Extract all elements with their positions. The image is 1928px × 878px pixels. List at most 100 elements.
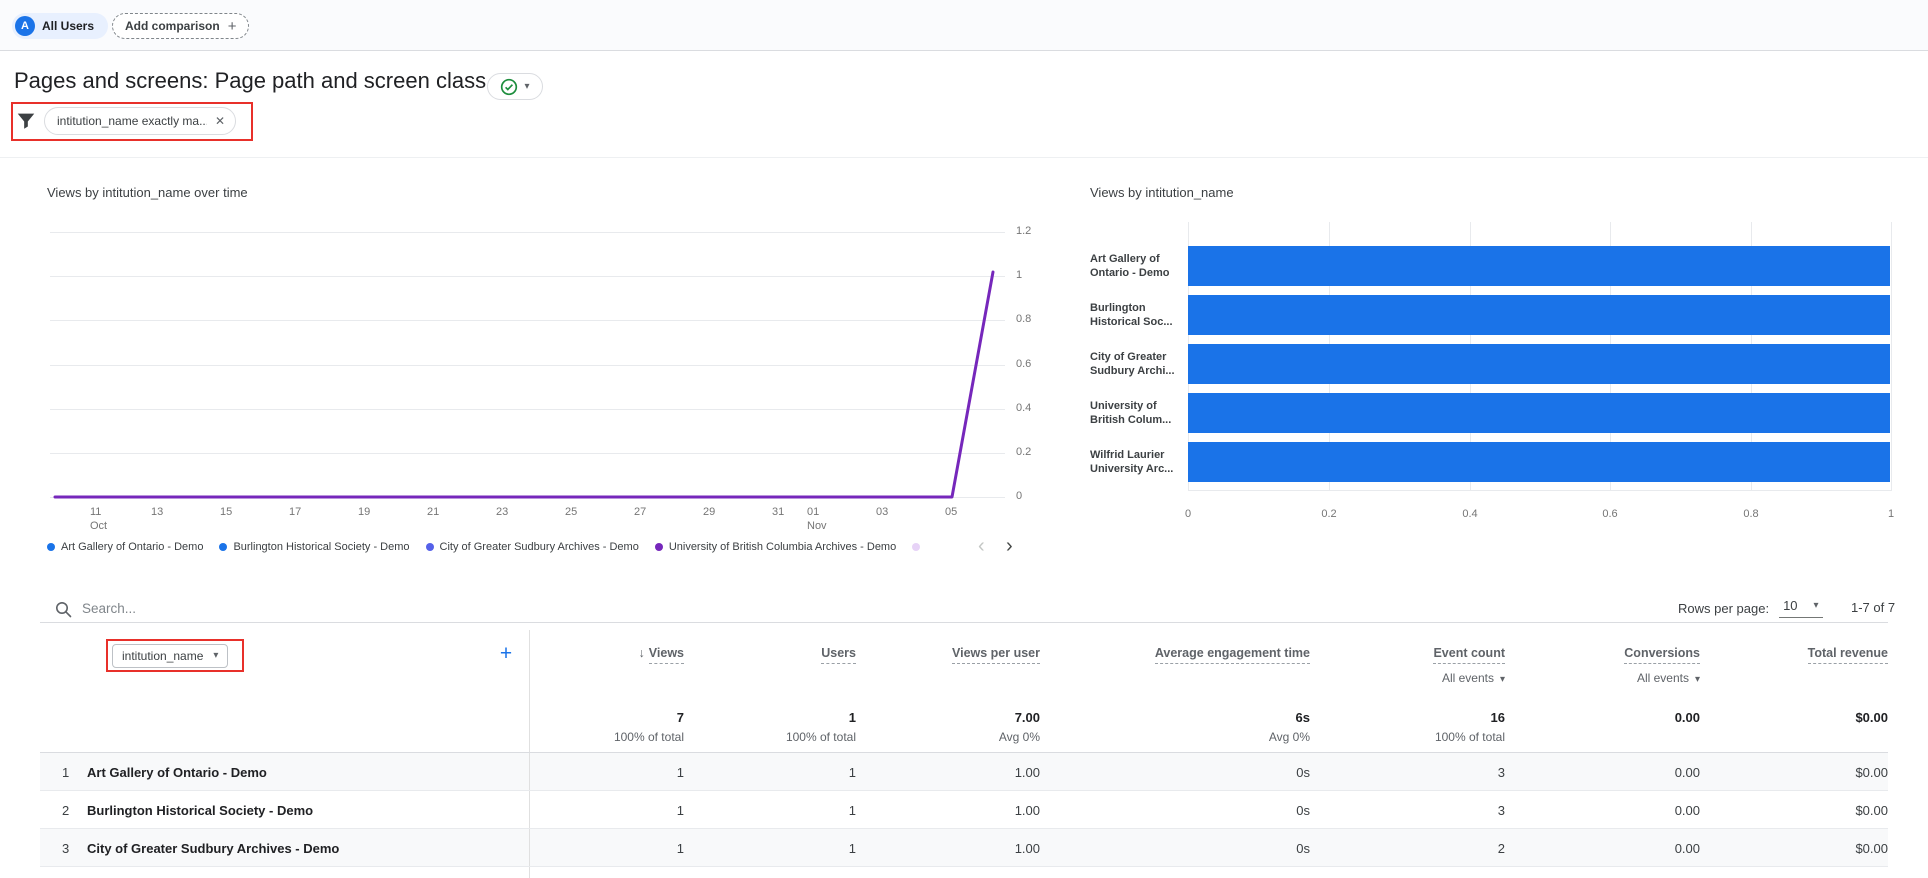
cell-conversions: 0.00 [1505,867,1700,878]
search-input[interactable] [82,595,762,621]
bar-chart-title: Views by intitution_name [1090,185,1234,200]
bar-category-label: BurlingtonHistorical Soc... [1090,301,1186,329]
row-name: Burlington Historical Society - Demo [87,803,313,828]
legend-item[interactable]: Art Gallery of Ontario - Demo [47,541,203,553]
totals-users: 1100% of total [684,700,856,752]
close-icon[interactable]: ✕ [215,114,225,128]
dimension-header-cell: intitution_name ▾ + [40,630,530,700]
column-header-users[interactable]: Users [684,630,856,700]
rows-per-page-select[interactable]: 10 ▾ [1779,598,1823,618]
legend-dot [655,543,663,551]
cell-revenue: $0.00 [1700,829,1888,866]
column-header-conversions[interactable]: Conversions All events▾ [1505,630,1700,700]
cell-revenue: $0.00 [1700,753,1888,790]
rows-per-page-value: 10 [1783,598,1797,613]
conversions-filter-dropdown[interactable]: All events▾ [1505,671,1700,685]
legend-item[interactable]: City of Greater Sudbury Archives - Demo [426,541,639,553]
x-axis-tick: 11Oct [90,505,107,533]
bar[interactable] [1188,393,1890,433]
legend-item[interactable]: Burlington Historical Society - Demo [219,541,409,553]
cell-users: 1 [684,791,856,828]
add-column-button[interactable]: + [492,640,520,668]
line-series[interactable] [55,272,993,497]
cell-avg-engagement: 0s [1040,829,1310,866]
bar[interactable] [1188,246,1890,286]
totals-views-per-user: 7.00Avg 0% [856,700,1040,752]
table-row: 1 Art Gallery of Ontario - Demo 1 1 1.00… [40,753,1888,791]
legend-label: University of British Columbia Archives … [669,541,896,553]
cell-views-per-user: 1.00 [856,791,1040,828]
chevron-down-icon: ▾ [1814,601,1819,611]
bar-category-label: City of GreaterSudbury Archi... [1090,350,1186,378]
dimension-selector[interactable]: intitution_name ▾ [112,644,228,668]
cell-avg-engagement: 0s [1040,753,1310,790]
add-comparison-label: Add comparison [125,19,220,33]
x-axis-tick: 27 [634,505,646,519]
y-axis-label: 0.8 [1016,313,1031,325]
line-chart-legend: Art Gallery of Ontario - Demo Burlington… [47,541,920,553]
cell-views: 1 [530,791,684,828]
x-axis-tick: 19 [358,505,370,519]
row-index: 1 [40,765,87,790]
x-axis-label: 0.6 [1602,508,1617,520]
table-top-divider [40,622,1888,623]
chevron-down-icon: ▾ [524,82,529,92]
cell-conversions: 0.00 [1505,791,1700,828]
dimension-cell: 1 Art Gallery of Ontario - Demo [40,753,530,790]
legend-dot [426,543,434,551]
dimension-cell: 3 City of Greater Sudbury Archives - Dem… [40,829,530,866]
column-header-event-count[interactable]: Event count All events▾ [1310,630,1505,700]
cell-users: 1 [684,753,856,790]
table-row: 2 Burlington Historical Society - Demo 1… [40,791,1888,829]
event-count-filter-dropdown[interactable]: All events▾ [1310,671,1505,685]
cell-views: 1 [530,753,684,790]
x-axis-line [1188,490,1892,491]
cell-event-count: 3 [1310,753,1505,790]
column-header-total-revenue[interactable]: Total revenue [1700,630,1888,700]
legend-next-button[interactable]: › [1006,536,1013,556]
data-quality-dropdown[interactable]: ▾ [487,73,543,100]
audience-chip-label: All Users [42,19,94,33]
column-header-views[interactable]: ↓Views [530,630,684,700]
column-header-views-per-user[interactable]: Views per user [856,630,1040,700]
pagination-range: 1-7 of 7 [1851,600,1895,615]
legend-item[interactable]: University of British Columbia Archives … [655,541,896,553]
views-over-time-line[interactable] [50,230,1005,500]
x-axis-label: 0.8 [1743,508,1758,520]
bar-category-label: Wilfrid LaurierUniversity Arc... [1090,448,1186,476]
bar[interactable] [1188,295,1890,335]
totals-event-count: 16100% of total [1310,700,1505,752]
cell-revenue: $0.00 [1700,791,1888,828]
totals-views: 7100% of total [530,700,684,752]
bar-category-label: Art Gallery ofOntario - Demo [1090,252,1186,280]
check-circle-icon [500,78,518,96]
audience-chip-all-users[interactable]: A All Users [12,13,108,39]
add-comparison-button[interactable]: Add comparison + [112,13,249,39]
legend-label: City of Greater Sudbury Archives - Demo [440,541,639,553]
column-header-avg-engagement[interactable]: Average engagement time [1040,630,1310,700]
rows-per-page-label: Rows per page: [1678,601,1769,616]
x-axis-tick: 05 [945,505,957,519]
section-divider [0,157,1928,158]
x-axis-tick: 01Nov [807,505,827,533]
filter-chip[interactable]: intitution_name exactly ma... ✕ [44,107,236,135]
audience-avatar: A [15,16,35,36]
plus-icon: + [228,19,237,34]
x-axis-tick: 17 [289,505,301,519]
bar[interactable] [1188,344,1890,384]
legend-dot [219,543,227,551]
bar-category-label: University ofBritish Colum... [1090,399,1186,427]
legend-prev-button[interactable]: ‹ [978,536,985,556]
y-axis-label: 0.2 [1016,446,1031,458]
x-axis-tick: 31 [772,505,784,519]
cell-users: 1 [684,829,856,866]
cell-views: 1 [530,867,684,878]
x-axis-tick: 21 [427,505,439,519]
ga4-report-page: A All Users Add comparison + Pages and s… [0,0,1928,878]
line-chart-title: Views by intitution_name over time [47,185,248,200]
bar[interactable] [1188,442,1890,482]
cell-conversions: 0.00 [1505,753,1700,790]
cell-views-per-user: 1.00 [856,753,1040,790]
legend-label: Art Gallery of Ontario - Demo [61,541,203,553]
chevron-down-icon: ▾ [213,651,218,661]
